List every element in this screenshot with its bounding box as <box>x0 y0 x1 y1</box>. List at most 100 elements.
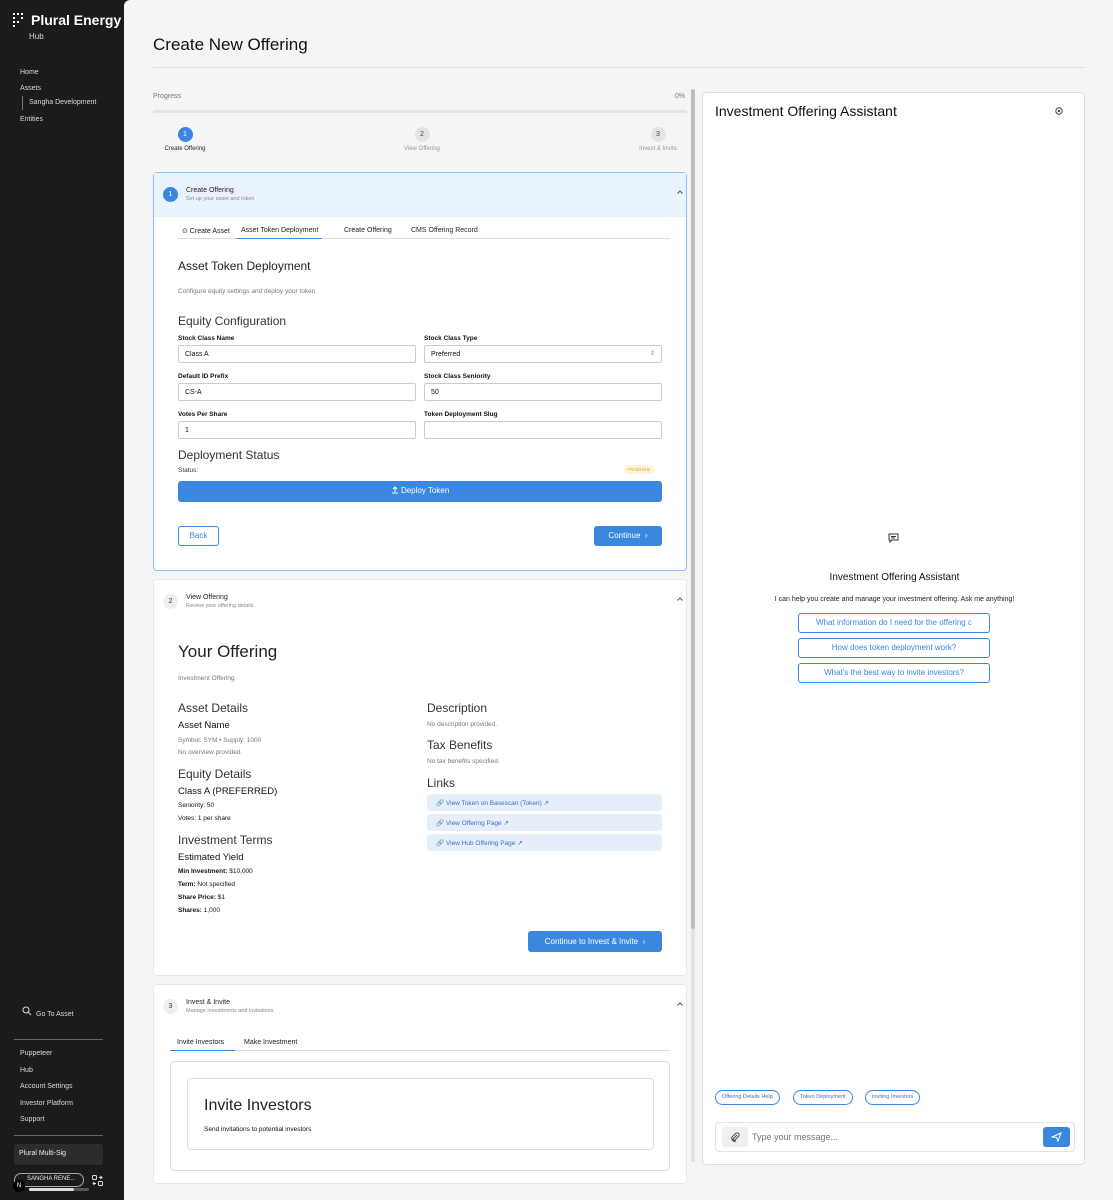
status-badge: PENDING <box>624 465 655 474</box>
stock-class-seniority-input[interactable] <box>424 383 662 401</box>
chevron-up-icon[interactable] <box>676 1000 684 1008</box>
chevron-right-icon: › <box>640 937 646 946</box>
nav-assets[interactable]: Assets <box>20 85 41 92</box>
chip-inviting-investors[interactable]: Inviting Investors <box>865 1090 921 1105</box>
equity-class: Class A (PREFERRED) <box>178 786 278 797</box>
continue-label: Continue to Invest & Invite <box>544 937 639 946</box>
tab-cms-offering-record[interactable]: CMS Offering Record <box>407 227 482 239</box>
description-text: No description provided. <box>427 721 498 728</box>
kv-value: $10,000 <box>227 868 253 875</box>
term: Term: Not specified <box>178 881 235 888</box>
back-button[interactable]: Back <box>178 526 219 546</box>
nav-home[interactable]: Home <box>20 69 39 76</box>
link-account-settings[interactable]: Account Settings <box>20 1083 73 1090</box>
tab-make-investment[interactable]: Make Investment <box>240 1039 301 1051</box>
stock-class-name-input[interactable] <box>178 345 416 363</box>
field-label: Votes Per Share <box>178 411 228 418</box>
tab-create-asset[interactable]: ⊙ Create Asset <box>178 227 234 239</box>
section-subtitle: Review your offering details <box>186 603 254 609</box>
status-label: Status: <box>178 467 199 474</box>
step-label: View Offering <box>404 146 440 152</box>
step-view-offering[interactable]: 2 View Offering <box>382 127 462 152</box>
divider <box>153 67 1085 68</box>
message-input[interactable] <box>752 1128 1032 1146</box>
suggestion-button[interactable]: What information do I need for the offer… <box>798 613 990 633</box>
assistant-title: Investment Offering Assistant <box>715 103 897 119</box>
progress-percent: 0% <box>675 93 686 100</box>
step-invest-invite[interactable]: 3 Invest & Invite <box>618 127 698 152</box>
tab-create-offering[interactable]: Create Offering <box>340 227 396 239</box>
chevron-right-icon: › <box>642 531 648 540</box>
section-header[interactable]: 3 Invest & Invite Manage investments and… <box>154 985 686 1029</box>
go-to-asset-label: Go To Asset <box>36 1011 74 1018</box>
link-label: View Hub Offering Page <box>445 840 516 847</box>
chevron-up-icon[interactable] <box>676 595 684 603</box>
chevron-up-icon[interactable] <box>676 188 684 196</box>
share-price: Share Price: $1 <box>178 894 225 901</box>
link-investor-platform[interactable]: Investor Platform <box>20 1100 73 1107</box>
link-basescan[interactable]: 🔗 View Token on Basescan (Token) ↗ <box>427 794 662 811</box>
field-label: Stock Class Name <box>178 335 235 342</box>
votes-per-share-input[interactable] <box>178 421 416 439</box>
divider <box>14 1039 103 1040</box>
section-title: View Offering <box>186 594 228 601</box>
chip-token-deployment[interactable]: Token Deployment <box>793 1090 853 1105</box>
continue-to-invest-button[interactable]: Continue to Invest & Invite › <box>528 931 662 952</box>
token-deployment-slug-input[interactable] <box>424 421 662 439</box>
section-header[interactable]: 1 Create Offering Set up your asset and … <box>154 173 686 217</box>
continue-button[interactable]: Continue › <box>594 526 662 546</box>
asset-symbol-supply: Symbol: SYM • Supply: 1000 <box>178 737 262 744</box>
links-heading: Links <box>427 776 456 790</box>
chevron-updown-icon: ⇕ <box>649 351 655 357</box>
section-create-offering: 1 Create Offering Set up your asset and … <box>153 172 687 571</box>
link-offering-page[interactable]: 🔗 View Offering Page ↗ <box>427 814 662 831</box>
suggestion-button[interactable]: What's the best way to invite investors? <box>798 663 990 683</box>
equity-details-heading: Equity Details <box>178 767 252 781</box>
step-number: 1 <box>177 127 193 142</box>
link-puppeteer[interactable]: Puppeteer <box>20 1050 52 1057</box>
chip-offering-details-help[interactable]: Offering Details Help <box>715 1090 780 1105</box>
step-create-offering[interactable]: 1 Create Offering <box>145 127 225 152</box>
multisig-selector[interactable]: Plural Multi-Sig <box>14 1144 103 1165</box>
field-label: Stock Class Type <box>424 335 478 342</box>
external-link-icon: ↗ <box>517 840 523 847</box>
investment-terms-heading: Investment Terms <box>178 833 273 847</box>
send-icon <box>1051 1132 1062 1142</box>
link-label: View Offering Page <box>445 820 502 827</box>
tax-benefits-text: No tax benefits specified. <box>427 758 500 765</box>
switch-account-icon[interactable] <box>92 1175 103 1186</box>
link-hub-offering-page[interactable]: 🔗 View Hub Offering Page ↗ <box>427 834 662 851</box>
tab-invite-investors[interactable]: Invite Investors <box>170 1039 235 1051</box>
deploy-token-button[interactable]: Deploy Token <box>178 481 662 502</box>
attach-button[interactable] <box>722 1127 748 1147</box>
stock-class-type-select[interactable]: Preferred ⇕ <box>424 345 662 363</box>
step-label: Create Offering <box>164 146 206 152</box>
brand-logo[interactable]: Plural Energy Hub <box>12 12 124 42</box>
deploy-token-label: Deploy Token <box>400 486 450 495</box>
nav-entities[interactable]: Entities <box>20 116 43 123</box>
gear-icon[interactable] <box>1054 106 1064 116</box>
default-id-prefix-input[interactable] <box>178 383 416 401</box>
section-view-offering: 2 View Offering Review your offering det… <box>153 579 687 976</box>
tab-bar: Invite Investors Make Investment <box>170 1039 670 1051</box>
link-icon: 🔗 <box>436 820 445 827</box>
estimated-yield: Estimated Yield <box>178 852 244 863</box>
section-header[interactable]: 2 View Offering Review your offering det… <box>154 580 686 624</box>
tab-asset-token-deployment[interactable]: Asset Token Deployment <box>237 227 323 239</box>
scrollbar[interactable] <box>691 89 695 1162</box>
offering-kind: Investment Offering <box>178 675 235 682</box>
section-title: Invest & Invite <box>186 999 230 1006</box>
nav-asset-sangha-development[interactable]: Sangha Development <box>22 96 96 110</box>
send-button[interactable] <box>1043 1127 1070 1147</box>
panel-description: Configure equity settings and deploy you… <box>178 288 316 295</box>
link-support[interactable]: Support <box>20 1116 45 1123</box>
link-label: View Token on Basescan (Token) <box>445 800 542 807</box>
tab-bar: ⊙ Create Asset Asset Token Deployment Cr… <box>178 227 670 239</box>
suggestion-button[interactable]: How does token deployment work? <box>798 638 990 658</box>
link-hub[interactable]: Hub <box>20 1067 33 1074</box>
kv-value: $1 <box>215 894 225 901</box>
min-investment: Min Investment: $10,000 <box>178 868 253 875</box>
assistant-heading: Investment Offering Assistant <box>829 572 960 583</box>
section-number: 3 <box>163 999 178 1014</box>
field-label: Default ID Prefix <box>178 373 229 380</box>
